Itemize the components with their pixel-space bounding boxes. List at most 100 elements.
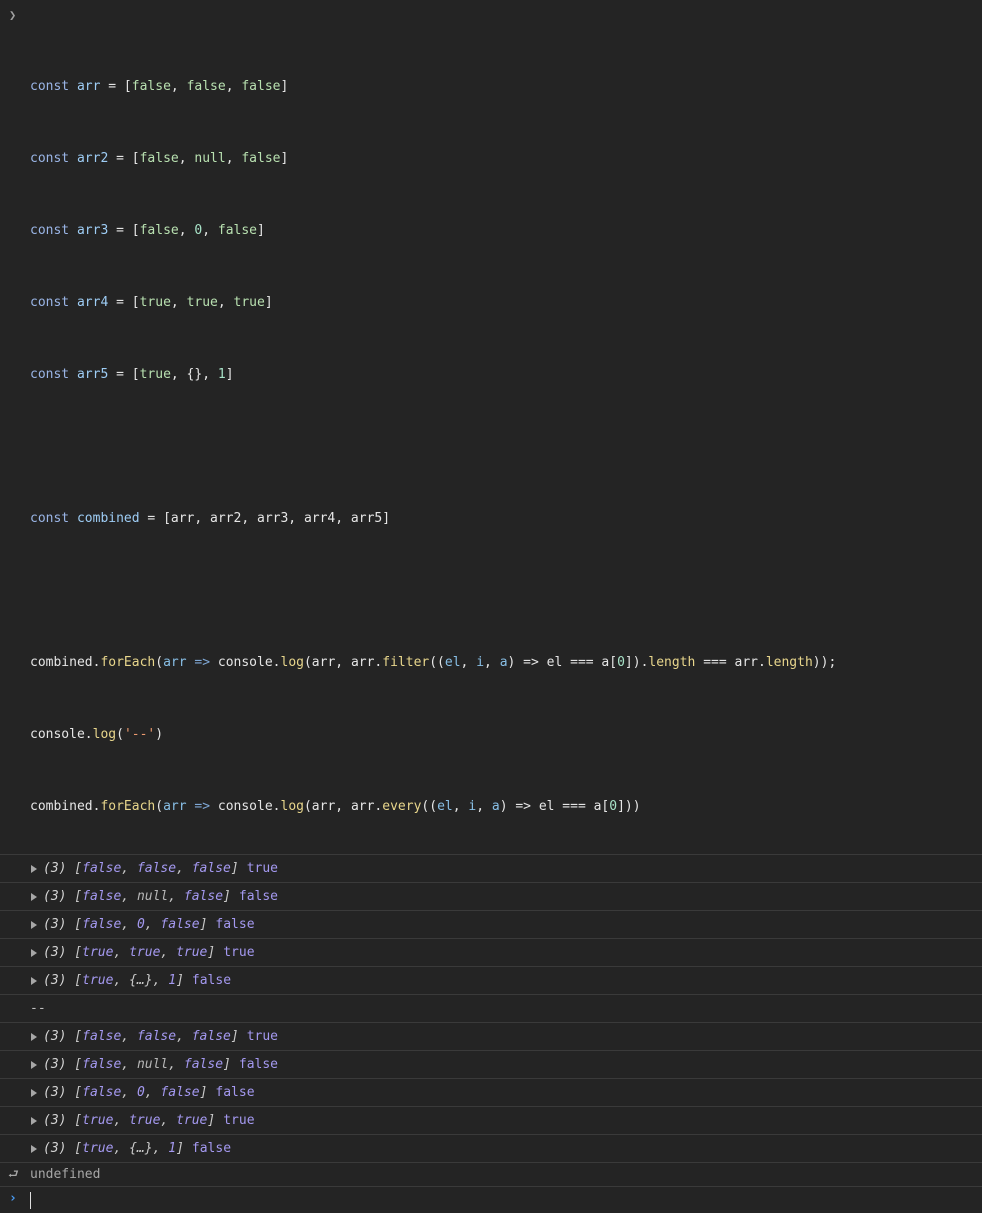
return-value-row: ⮐ undefined <box>0 1163 982 1187</box>
return-value: undefined <box>30 1166 101 1182</box>
array-item: false <box>160 1084 200 1100</box>
array-preview[interactable]: (3) [false, false, false] <box>43 860 239 878</box>
code-line-combined: const combined = [arr, arr2, arr3, arr4,… <box>30 511 391 526</box>
expand-triangle-icon[interactable] <box>31 921 37 929</box>
separator-text: -- <box>30 1000 46 1016</box>
log-entry[interactable]: (3) [false, 0, false] false <box>0 911 982 939</box>
code-line-foreach-filter: combined.forEach(arr => console.log(arr,… <box>30 655 837 670</box>
array-item: true <box>129 1112 161 1128</box>
result-boolean: true <box>246 1028 279 1044</box>
result-boolean: false <box>191 972 232 988</box>
result-boolean: true <box>223 944 255 960</box>
array-length: (3) <box>43 860 67 876</box>
code-line-foreach-every: combined.forEach(arr => console.log(arr,… <box>30 799 641 814</box>
array-item: false <box>82 1056 122 1072</box>
array-preview[interactable]: (3) [true, true, true] <box>43 1112 215 1130</box>
log-entry[interactable]: (3) [false, 0, false] false <box>0 1079 982 1107</box>
array-preview[interactable]: (3) [false, false, false] <box>43 1028 239 1046</box>
chevron-right-icon: ❯ <box>9 8 17 22</box>
log-entry[interactable]: (3) [true, {…}, 1] false <box>0 967 982 995</box>
array-preview[interactable]: (3) [false, null, false] <box>43 888 231 906</box>
expand-triangle-icon[interactable] <box>31 1145 37 1153</box>
array-item: {…} <box>129 1140 153 1156</box>
array-length: (3) <box>43 916 67 932</box>
array-preview[interactable]: (3) [true, true, true] <box>43 944 215 962</box>
array-preview[interactable]: (3) [true, {…}, 1] <box>43 972 184 990</box>
array-item: false <box>191 860 231 876</box>
expand-triangle-icon[interactable] <box>31 893 37 901</box>
array-preview[interactable]: (3) [false, 0, false] <box>43 1084 207 1102</box>
array-item: null <box>136 888 169 904</box>
log-entry[interactable]: (3) [true, {…}, 1] false <box>0 1135 982 1163</box>
code-line-1: const arr = [false, false, false] <box>30 79 289 94</box>
array-preview[interactable]: (3) [true, {…}, 1] <box>43 1140 184 1158</box>
array-item: 0 <box>136 1084 145 1100</box>
code-line-console-log: console.log('--') <box>30 727 164 742</box>
array-item: false <box>136 860 177 876</box>
array-item: false <box>82 916 122 932</box>
code-line-blank-2 <box>30 582 982 600</box>
console-input-entry[interactable]: ❯ const arr = [false, false, false] cons… <box>0 0 982 855</box>
log-entry[interactable]: (3) [true, true, true] true <box>0 939 982 967</box>
array-item: false <box>191 1028 231 1044</box>
result-boolean: true <box>223 1112 255 1128</box>
array-length: (3) <box>43 1112 67 1128</box>
expand-triangle-icon[interactable] <box>31 977 37 985</box>
expand-triangle-icon[interactable] <box>31 1089 37 1097</box>
expand-triangle-icon[interactable] <box>31 949 37 957</box>
return-arrow-icon: ⮐ <box>8 1167 19 1181</box>
text-cursor <box>30 1191 31 1209</box>
prompt-chevron-icon: › <box>9 1191 17 1206</box>
array-item: true <box>129 944 161 960</box>
result-boolean: false <box>191 1140 232 1156</box>
result-boolean: false <box>215 916 255 932</box>
array-item: false <box>82 1084 122 1100</box>
array-length: (3) <box>43 1084 67 1100</box>
array-length: (3) <box>43 1028 67 1044</box>
array-item: true <box>176 944 208 960</box>
array-item: {…} <box>129 972 153 988</box>
code-line-5: const arr5 = [true, {}, 1] <box>30 367 234 382</box>
array-item: false <box>82 860 122 876</box>
expand-triangle-icon[interactable] <box>31 1033 37 1041</box>
array-item: true <box>82 972 114 988</box>
array-item: 1 <box>168 972 177 988</box>
code-line-4: const arr4 = [true, true, true] <box>30 295 273 310</box>
array-item: false <box>82 888 122 904</box>
array-preview[interactable]: (3) [false, 0, false] <box>43 916 207 934</box>
log-separator: -- <box>0 995 982 1023</box>
array-item: false <box>183 1056 224 1072</box>
log-entry[interactable]: (3) [true, true, true] true <box>0 1107 982 1135</box>
array-item: 0 <box>136 916 145 932</box>
log-entry[interactable]: (3) [false, null, false] false <box>0 883 982 911</box>
array-length: (3) <box>43 972 67 988</box>
array-item: true <box>176 1112 208 1128</box>
array-item: false <box>183 888 224 904</box>
log-entry[interactable]: (3) [false, false, false] true <box>0 1023 982 1051</box>
array-length: (3) <box>43 888 67 904</box>
array-item: true <box>82 1112 114 1128</box>
expand-triangle-icon[interactable] <box>31 1117 37 1125</box>
array-item: false <box>82 1028 122 1044</box>
console-prompt[interactable]: › <box>0 1187 982 1213</box>
result-boolean: false <box>215 1084 255 1100</box>
array-preview[interactable]: (3) [false, null, false] <box>43 1056 231 1074</box>
code-line-3: const arr3 = [false, 0, false] <box>30 223 265 238</box>
array-length: (3) <box>43 1056 67 1072</box>
expand-triangle-icon[interactable] <box>31 865 37 873</box>
log-entry[interactable]: (3) [false, false, false] true <box>0 855 982 883</box>
code-line-2: const arr2 = [false, null, false] <box>30 151 289 166</box>
result-boolean: false <box>238 888 279 904</box>
array-length: (3) <box>43 944 67 960</box>
array-item: false <box>136 1028 177 1044</box>
array-item: null <box>136 1056 169 1072</box>
log-entry[interactable]: (3) [false, null, false] false <box>0 1051 982 1079</box>
array-item: true <box>82 1140 114 1156</box>
output-group-every: (3) [false, false, false] true (3) [false,… <box>0 1023 982 1163</box>
expand-triangle-icon[interactable] <box>31 1061 37 1069</box>
array-item: true <box>82 944 114 960</box>
result-boolean: true <box>246 860 279 876</box>
array-item: false <box>160 916 200 932</box>
devtools-console: ❯ const arr = [false, false, false] cons… <box>0 0 982 1209</box>
